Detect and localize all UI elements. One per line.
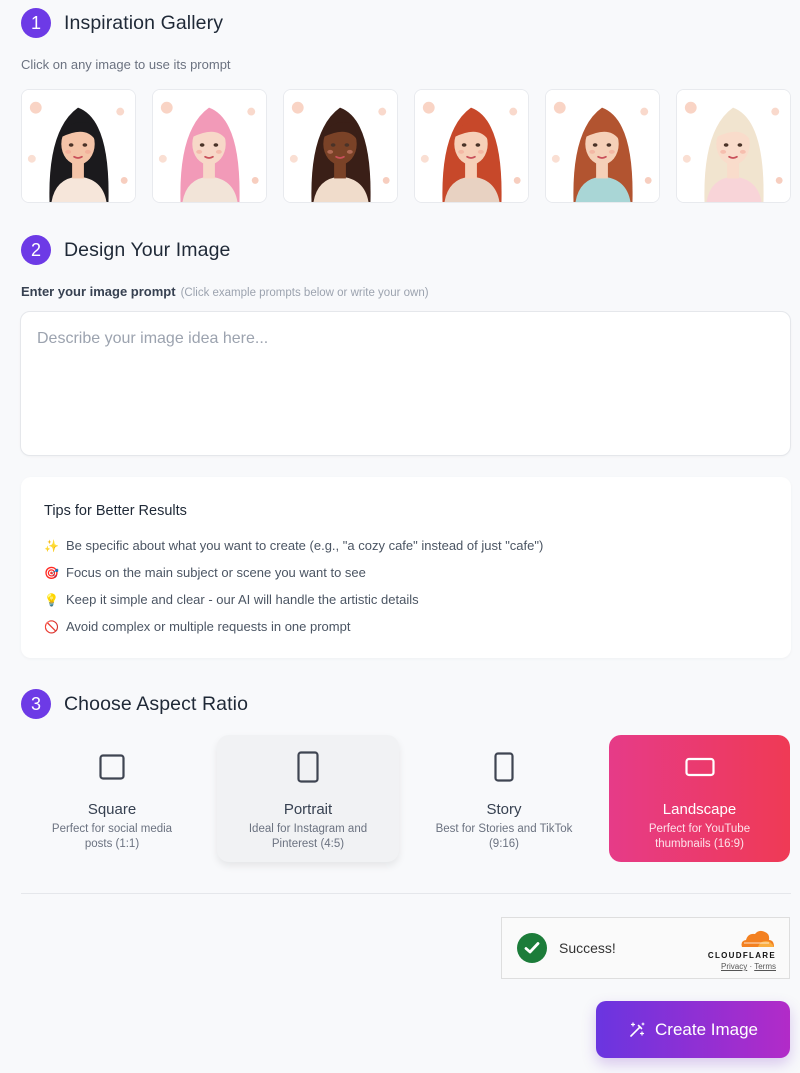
portrait-illustration: [153, 90, 266, 202]
section-title: Inspiration Gallery: [64, 11, 224, 34]
aspect-option-square[interactable]: Square Perfect for social media posts (1…: [21, 735, 203, 862]
section-header-gallery: 1 Inspiration Gallery: [21, 8, 223, 38]
tip-text: Avoid complex or multiple requests in on…: [66, 619, 351, 634]
magic-wand-icon: [630, 1021, 645, 1037]
tips-title: Tips for Better Results: [44, 503, 187, 519]
step-badge: 2: [21, 235, 51, 265]
portrait-illustration: [415, 90, 528, 202]
link-separator: ·: [749, 962, 753, 971]
prohibited-icon: 🚫: [44, 619, 59, 634]
gallery-image[interactable]: [283, 89, 398, 203]
cloudflare-links: Privacy · Terms: [708, 962, 776, 971]
aspect-ratio-options: Square Perfect for social media posts (1…: [21, 735, 790, 862]
gallery-subtitle: Click on any image to use its prompt: [21, 57, 231, 72]
prompt-input[interactable]: [20, 311, 791, 456]
create-image-label: Create Image: [655, 1019, 758, 1039]
aspect-title: Landscape: [662, 801, 737, 818]
prompt-label: Enter your image prompt (Click example pr…: [21, 284, 429, 299]
tip-item: 🚫 Avoid complex or multiple requests in …: [44, 613, 768, 640]
section-title: Design Your Image: [64, 238, 231, 261]
aspect-option-portrait[interactable]: Portrait Ideal for Instagram and Pintere…: [217, 735, 399, 862]
section-title: Choose Aspect Ratio: [64, 692, 249, 715]
cloudflare-logo-text: CLOUDFLARE: [707, 951, 776, 960]
tip-text: Keep it simple and clear - our AI will h…: [66, 592, 419, 607]
tip-item: 🎯 Focus on the main subject or scene you…: [44, 559, 768, 586]
tip-item: ✨ Be specific about what you want to cre…: [44, 532, 768, 559]
aspect-title: Story: [486, 801, 522, 818]
sparkles-icon: ✨: [44, 538, 59, 553]
gallery-image[interactable]: [152, 89, 267, 203]
target-icon: 🎯: [44, 565, 59, 580]
portrait-illustration: [546, 90, 659, 202]
prompt-hint: (Click example prompts below or write yo…: [180, 287, 429, 299]
gallery-image[interactable]: [21, 89, 136, 203]
cloudflare-branding: CLOUDFLARE Privacy · Terms: [708, 928, 776, 971]
step-badge: 1: [21, 8, 51, 38]
inspiration-gallery: [21, 89, 791, 203]
square-icon: [99, 751, 125, 783]
aspect-option-story[interactable]: Story Best for Stories and TikTok (9:16): [413, 735, 595, 862]
aspect-desc: Ideal for Instagram and Pinterest (4:5): [248, 823, 368, 850]
gallery-image[interactable]: [676, 89, 791, 203]
tip-item: 💡 Keep it simple and clear - our AI will…: [44, 586, 768, 613]
aspect-desc: Perfect for social media posts (1:1): [51, 823, 173, 850]
portrait-icon: [297, 751, 319, 783]
divider: [21, 893, 791, 894]
step-badge: 3: [21, 689, 51, 719]
prompt-label-text: Enter your image prompt: [21, 284, 176, 299]
cloudflare-cloud-icon: [741, 930, 774, 947]
lightbulb-icon: 💡: [44, 592, 59, 607]
terms-link[interactable]: Terms: [754, 962, 776, 971]
gallery-image[interactable]: [545, 89, 660, 203]
section-header-aspect: 3 Choose Aspect Ratio: [21, 689, 248, 719]
captcha-status: Success!: [559, 940, 616, 956]
privacy-link[interactable]: Privacy: [721, 962, 747, 971]
aspect-title: Square: [87, 801, 137, 818]
aspect-desc: Best for Stories and TikTok (9:16): [435, 823, 573, 850]
portrait-illustration: [677, 90, 790, 202]
tip-text: Be specific about what you want to creat…: [66, 538, 544, 553]
success-check-icon: [517, 933, 547, 963]
aspect-option-landscape[interactable]: Landscape Perfect for YouTube thumbnails…: [609, 735, 790, 862]
gallery-image[interactable]: [414, 89, 529, 203]
aspect-desc: Perfect for YouTube thumbnails (16:9): [648, 823, 751, 850]
section-header-design: 2 Design Your Image: [21, 235, 230, 265]
captcha-widget[interactable]: Success! CLOUDFLARE Privacy · Terms: [501, 917, 790, 979]
aspect-title: Portrait: [283, 801, 333, 818]
create-image-button[interactable]: Create Image: [596, 1001, 790, 1058]
portrait-illustration: [22, 90, 135, 202]
landscape-icon: [684, 751, 715, 783]
story-icon: [494, 751, 514, 783]
tips-card: Tips for Better Results ✨ Be specific ab…: [21, 477, 791, 658]
portrait-illustration: [284, 90, 397, 202]
tip-text: Focus on the main subject or scene you w…: [66, 565, 366, 580]
